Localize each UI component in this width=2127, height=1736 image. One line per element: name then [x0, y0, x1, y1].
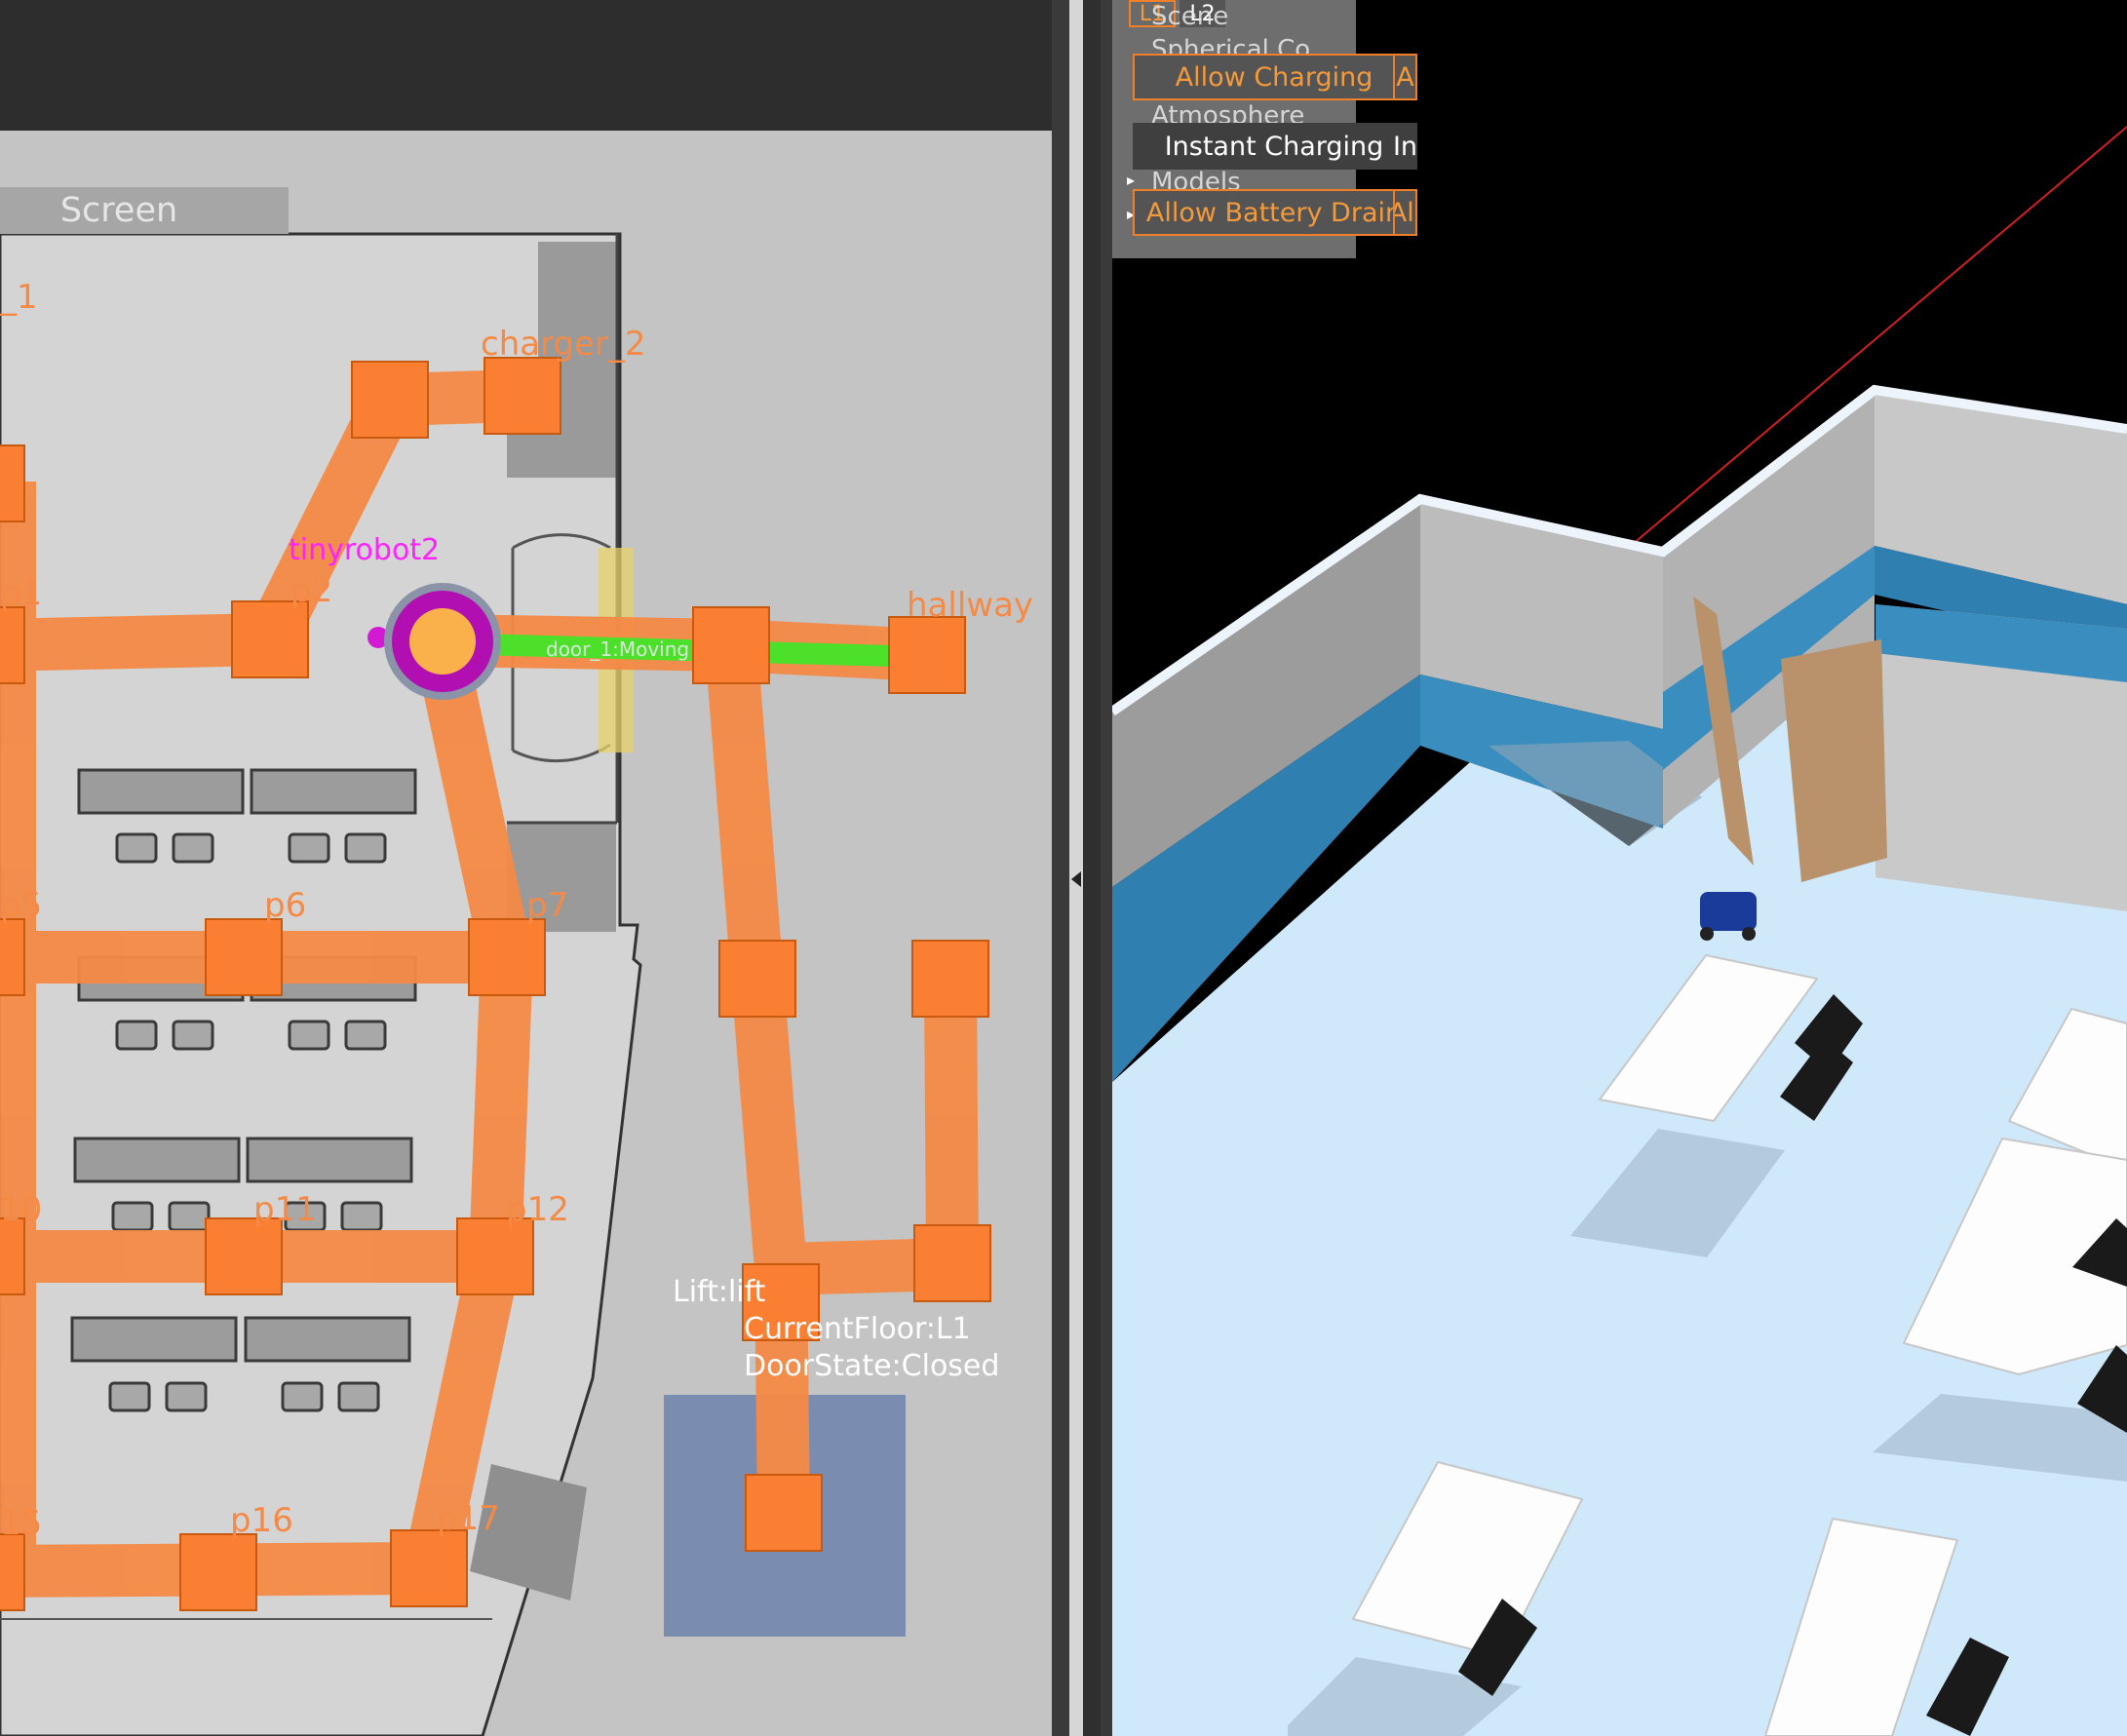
waypoint-label-hallway: hallway	[907, 586, 1033, 625]
screen-label: Screen	[60, 191, 177, 230]
waypoint	[913, 1224, 991, 1302]
waypoint	[692, 606, 770, 684]
waypoint-p7	[468, 918, 546, 996]
instant-charging-button-truncated[interactable]: In	[1393, 123, 1417, 170]
door-status-label: door_1:Moving	[546, 637, 689, 661]
waypoint-p11	[205, 1217, 283, 1295]
allow-charging-button-truncated[interactable]: A	[1393, 54, 1417, 100]
splitter-edge	[1069, 0, 1083, 1736]
scene-render	[1112, 126, 2127, 1736]
allow-battery-drain-button-truncated[interactable]: All	[1393, 189, 1417, 236]
waypoint-label-p17: p17	[437, 1499, 500, 1538]
allow-battery-drain-button[interactable]: Allow Battery Drain	[1133, 189, 1415, 236]
map-header-bar	[0, 0, 1052, 131]
waypoint-p2	[231, 600, 309, 678]
waypoint-label-p2: p2	[290, 571, 332, 610]
waypoint-label-charger-2: charger_2	[481, 325, 646, 364]
waypoint-p15	[0, 1533, 25, 1611]
waypoint-charger-2	[483, 357, 561, 435]
waypoint-p5	[0, 918, 25, 996]
waypoint	[351, 361, 429, 439]
waypoint-label-p5: p5	[0, 886, 42, 925]
waypoint-p17	[390, 1529, 468, 1607]
waypoint-label-p12: p12	[506, 1190, 569, 1229]
expand-arrow-icon[interactable]: ▸	[1127, 171, 1135, 189]
waypoint-p16	[179, 1533, 257, 1611]
robot-name-label: tinyrobot2	[289, 533, 440, 567]
waypoint-label-p6: p6	[264, 886, 306, 925]
waypoint-p10	[0, 1217, 25, 1295]
lift-name-label: Lift:lift	[673, 1275, 766, 1309]
waypoint-label: _1	[0, 278, 38, 317]
waypoint-label-p10: 10	[0, 1190, 42, 1229]
waypoint-label-p15: 15	[0, 1504, 42, 1543]
waypoint-lift	[745, 1474, 823, 1552]
lift-floor-label: CurrentFloor:L1	[744, 1312, 971, 1346]
waypoint-p12	[456, 1217, 534, 1295]
rmf-map-panel[interactable]: Screen door_1:Moving _1 charger_2 p1 p2 …	[0, 0, 1052, 1736]
collapse-arrow-icon[interactable]	[1071, 871, 1081, 887]
robot-core	[409, 608, 476, 675]
waypoint	[911, 940, 989, 1018]
waypoint-p1	[0, 606, 25, 684]
panel-splitter[interactable]	[1052, 0, 1112, 1736]
allow-charging-button[interactable]: Allow Charging	[1133, 54, 1415, 100]
splitter-edge	[1083, 0, 1101, 1736]
waypoint-p6	[205, 918, 283, 996]
tree-item-scene[interactable]: Scene	[1151, 2, 1228, 31]
waypoint-label-p16: p16	[230, 1501, 293, 1540]
waypoint-label-p11: p11	[253, 1190, 317, 1229]
gazebo-3d-viewport[interactable]	[1112, 0, 2127, 1736]
waypoint-hallway	[888, 616, 966, 694]
waypoint-label-p7: p7	[526, 886, 568, 925]
waypoint	[718, 940, 796, 1018]
gazebo-plugin-overlay: L1 L2 Scene Spherical Co... Atmosphere M…	[1112, 0, 1417, 258]
instant-charging-button[interactable]: Instant Charging	[1133, 123, 1415, 170]
lift-door-label: DoorState:Closed	[744, 1349, 999, 1383]
floor-map-canvas[interactable]: Screen door_1:Moving _1 charger_2 p1 p2 …	[0, 131, 1052, 1736]
waypoint-label-p1: p1	[0, 574, 42, 613]
